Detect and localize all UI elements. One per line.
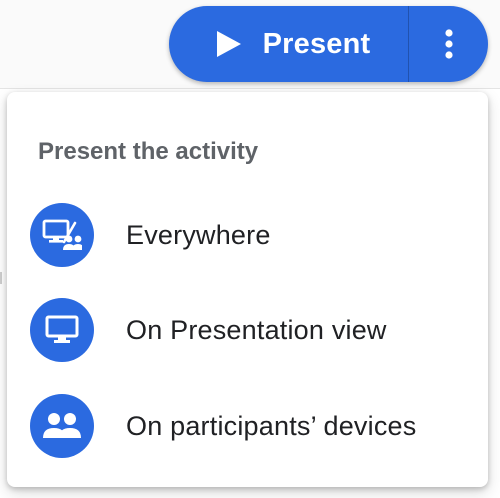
- present-button[interactable]: Present: [169, 6, 408, 82]
- present-label: Present: [262, 27, 371, 60]
- menu-item-label: Everywhere: [126, 219, 271, 250]
- more-vert-icon: [444, 29, 453, 59]
- present-options-menu: Present the activity Everywhere On Prese…: [7, 92, 488, 487]
- people-icon: [30, 394, 94, 458]
- menu-item-participants-devices[interactable]: On participants’ devices: [7, 379, 488, 473]
- more-options-button[interactable]: [409, 6, 488, 82]
- menu-item-everywhere[interactable]: Everywhere: [7, 188, 488, 282]
- play-icon: [216, 31, 241, 57]
- menu-item-presentation-view[interactable]: On Presentation view: [7, 283, 488, 377]
- present-split-button: Present: [169, 6, 488, 82]
- menu-item-label: On participants’ devices: [126, 410, 417, 441]
- menu-item-label: On Presentation view: [126, 314, 387, 345]
- menu-heading: Present the activity: [38, 138, 259, 165]
- monitor-icon: [30, 298, 94, 362]
- present-everywhere-icon: [30, 203, 94, 267]
